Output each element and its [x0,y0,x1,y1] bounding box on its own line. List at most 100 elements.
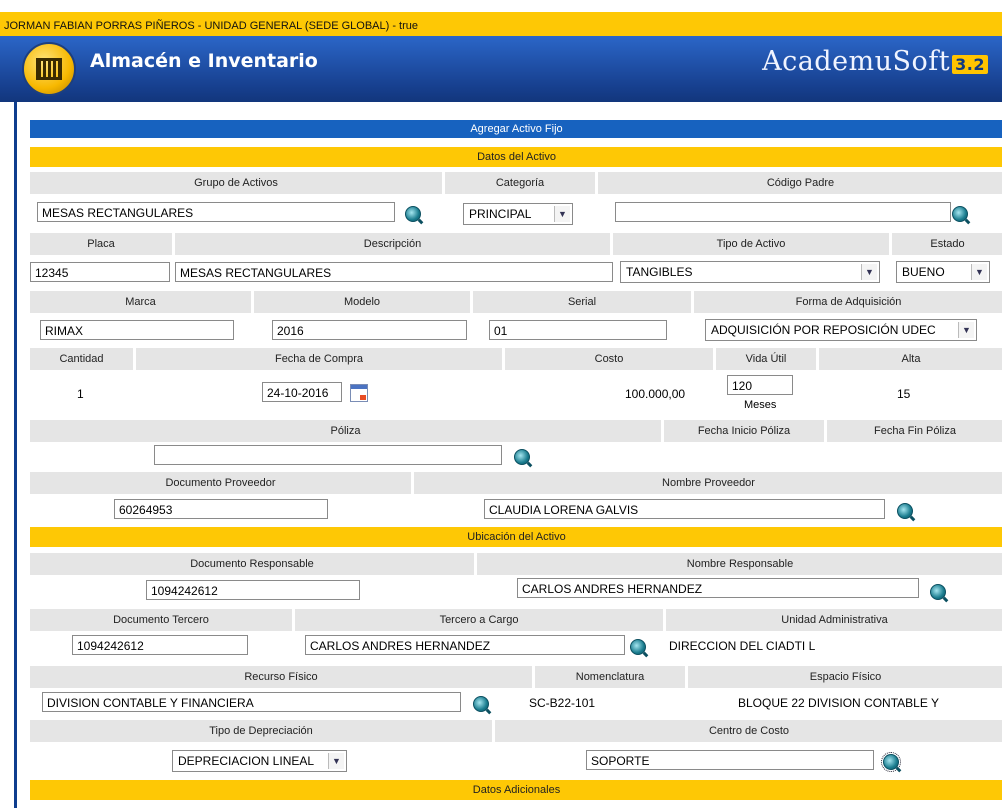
documento-proveedor-field[interactable]: 60264953 [114,499,328,519]
header-row: Tipo de Depreciación Centro de Costo [30,720,1002,742]
search-responsable-icon[interactable] [930,584,946,600]
section-ubicacion-activo: Ubicación del Activo [30,527,1002,547]
estado-value: BUENO [902,265,945,279]
label-codigo-padre: Código Padre [598,172,1002,194]
header-row: Recurso Físico Nomenclatura Espacio Físi… [30,666,1002,688]
label-categoria: Categoría [445,172,595,194]
label-tercero-cargo: Tercero a Cargo [295,609,663,631]
codigo-padre-field[interactable] [615,202,951,222]
search-recurso-icon[interactable] [473,696,489,712]
user-info-bar: JORMAN FABIAN PORRAS PIÑEROS - UNIDAD GE… [0,0,1002,36]
chevron-down-icon: ▼ [554,206,570,222]
meses-label: Meses [744,399,777,411]
documento-tercero-field[interactable]: 1094242612 [72,635,248,655]
categoria-select[interactable]: PRINCIPAL ▼ [463,203,573,225]
fecha-compra-field[interactable]: 24-10-2016 [262,382,342,402]
label-nomenclatura: Nomenclatura [535,666,685,688]
label-vida-util: Vida Útil [716,348,816,370]
brand-name: AcademuSoft [762,46,951,77]
label-fecha-inicio-poliza: Fecha Inicio Póliza [664,420,824,442]
header-row: Póliza Fecha Inicio Póliza Fecha Fin Pól… [30,420,1002,442]
brand-logo: AcademuSoft 3.2 [762,46,988,77]
label-cantidad: Cantidad [30,348,133,370]
costo-value: 100.000,00 [625,387,686,401]
estado-select[interactable]: BUENO ▼ [896,261,990,283]
label-costo: Costo [505,348,713,370]
section-datos-adicionales: Datos Adicionales [30,780,1002,800]
label-unidad-administrativa: Unidad Administrativa [666,609,1002,631]
modelo-field[interactable]: 2016 [272,320,467,340]
label-alta: Alta [819,348,1002,370]
header-row: Cantidad Fecha de Compra Costo Vida Útil… [30,348,1002,370]
label-centro-costo: Centro de Costo [495,720,1002,742]
label-documento-responsable: Documento Responsable [30,553,474,575]
label-placa: Placa [30,233,172,255]
header-row: Documento Tercero Tercero a Cargo Unidad… [30,609,1002,631]
header-row: Placa Descripción Tipo de Activo Estado [30,233,1002,255]
tipo-depreciacion-value: DEPRECIACION LINEAL [178,754,315,768]
search-centro-costo-icon[interactable] [881,752,901,772]
nombre-responsable-field[interactable]: CARLOS ANDRES HERNANDEZ [517,578,919,598]
search-codigo-icon[interactable] [952,206,968,222]
centro-costo-field[interactable]: SOPORTE [586,750,874,770]
descripcion-field[interactable]: MESAS RECTANGULARES [175,262,613,282]
documento-responsable-field[interactable]: 1094242612 [146,580,360,600]
poliza-field[interactable] [154,445,502,465]
cantidad-value: 1 [77,387,84,401]
forma-adquisicion-value: ADQUISICIÓN POR REPOSICIÓN UDEC [711,323,936,337]
chevron-down-icon: ▼ [861,264,877,280]
label-serial: Serial [473,291,691,313]
tipo-activo-select[interactable]: TANGIBLES ▼ [620,261,880,283]
nombre-proveedor-field[interactable]: CLAUDIA LORENA GALVIS [484,499,885,519]
serial-field[interactable]: 01 [489,320,667,340]
label-marca: Marca [30,291,251,313]
search-proveedor-icon[interactable] [897,503,913,519]
label-grupo-activos: Grupo de Activos [30,172,442,194]
vida-util-field[interactable]: 120 [727,375,793,395]
label-nombre-proveedor: Nombre Proveedor [414,472,1002,494]
header-row: Documento Responsable Nombre Responsable [30,553,1002,575]
brand-version: 3.2 [952,55,988,74]
label-poliza: Póliza [30,420,661,442]
header-row: Marca Modelo Serial Forma de Adquisición [30,291,1002,313]
label-documento-proveedor: Documento Proveedor [30,472,411,494]
label-estado: Estado [892,233,1002,255]
label-forma-adquisicion: Forma de Adquisición [694,291,1002,313]
placa-field[interactable]: 12345 [30,262,170,282]
label-fecha-compra: Fecha de Compra [136,348,502,370]
nomenclatura-value: SC-B22-101 [529,696,596,710]
label-modelo: Modelo [254,291,470,313]
label-descripcion: Descripción [175,233,610,255]
search-grupo-icon[interactable] [405,206,421,222]
categoria-value: PRINCIPAL [469,207,532,221]
search-tercero-icon[interactable] [630,639,646,655]
chevron-down-icon: ▼ [971,264,987,280]
label-recurso-fisico: Recurso Físico [30,666,532,688]
unidad-administrativa-value: DIRECCION DEL CIADTI L [669,639,816,653]
espacio-fisico-value: BLOQUE 22 DIVISION CONTABLE Y [738,696,939,710]
user-info-text: JORMAN FABIAN PORRAS PIÑEROS - UNIDAD GE… [4,20,419,32]
alta-value: 15 [897,387,911,401]
app-title: Almacén e Inventario [90,50,318,72]
tercero-cargo-field[interactable]: CARLOS ANDRES HERNANDEZ [305,635,625,655]
tipo-activo-value: TANGIBLES [626,265,693,279]
tipo-depreciacion-select[interactable]: DEPRECIACION LINEAL ▼ [172,750,347,772]
search-poliza-icon[interactable] [514,449,530,465]
label-tipo-activo: Tipo de Activo [613,233,889,255]
marca-field[interactable]: RIMAX [40,320,234,340]
label-nombre-responsable: Nombre Responsable [477,553,1002,575]
header-row: Grupo de Activos Categoría Código Padre [30,172,1002,194]
app-header: Almacén e Inventario AcademuSoft 3.2 [0,36,1002,102]
section-datos-activo: Datos del Activo [30,147,1002,167]
recurso-fisico-field[interactable]: DIVISION CONTABLE Y FINANCIERA [42,692,461,712]
label-fecha-fin-poliza: Fecha Fin Póliza [827,420,1002,442]
label-tipo-depreciacion: Tipo de Depreciación [30,720,492,742]
label-documento-tercero: Documento Tercero [30,609,292,631]
label-espacio-fisico: Espacio Físico [688,666,1002,688]
grupo-activos-field[interactable]: MESAS RECTANGULARES [37,202,395,222]
form-title: Agregar Activo Fijo [30,120,1002,138]
calendar-icon[interactable] [350,384,368,402]
main-content: Agregar Activo Fijo Datos del Activo Gru… [14,102,1002,808]
forma-adquisicion-select[interactable]: ADQUISICIÓN POR REPOSICIÓN UDEC ▼ [705,319,977,341]
chevron-down-icon: ▼ [958,322,974,338]
